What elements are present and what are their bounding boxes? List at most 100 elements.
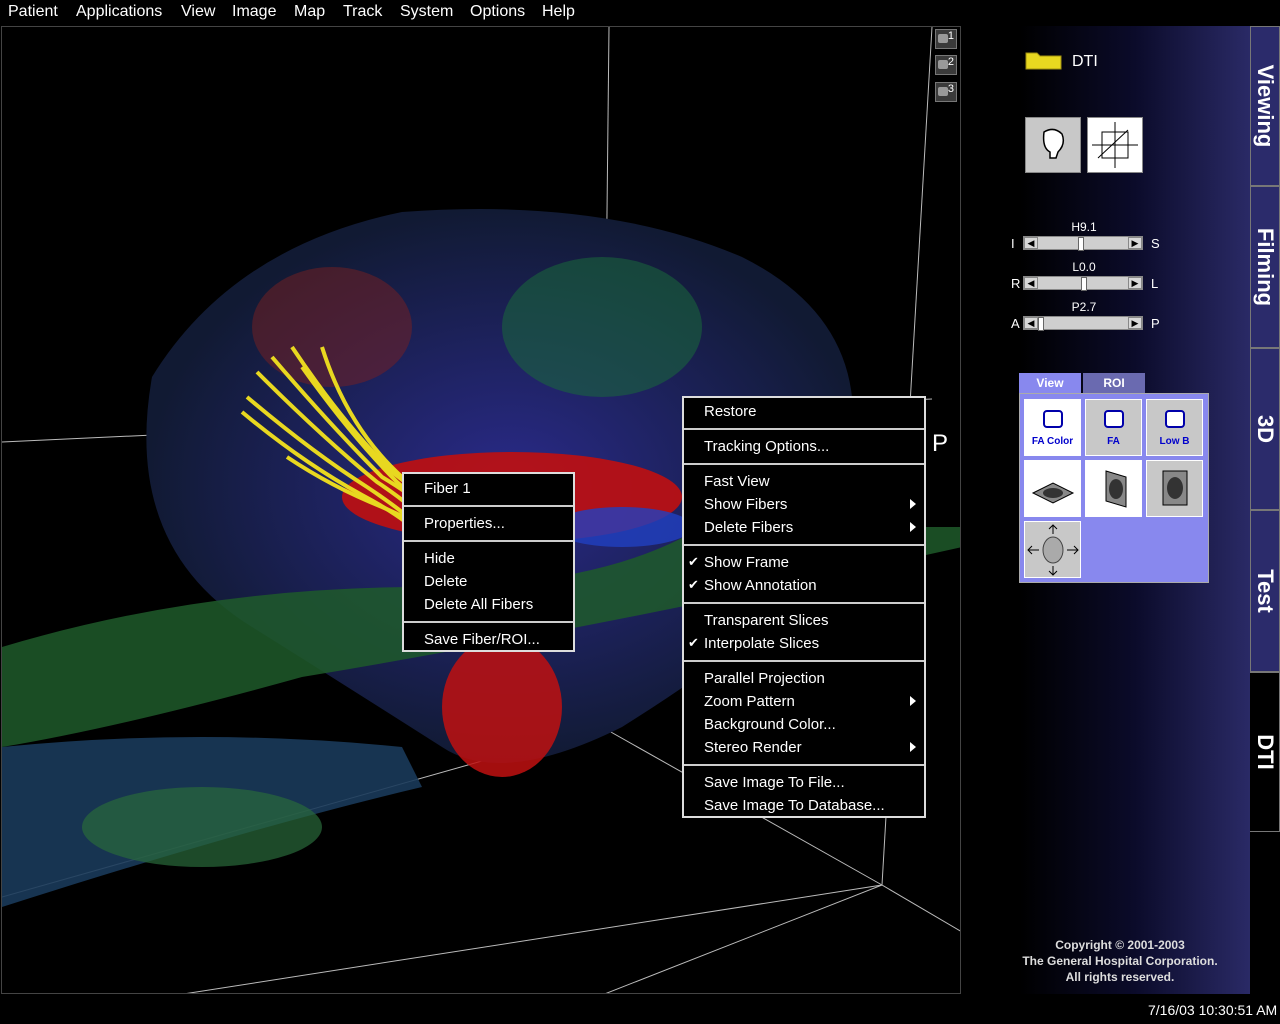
menubar: Patient Applications View Image Map Trac…: [0, 0, 1280, 24]
slider-right-arrow-icon[interactable]: ▶: [1128, 237, 1142, 249]
dti-folder-label: DTI: [1072, 53, 1098, 70]
menu-system[interactable]: System: [400, 3, 453, 21]
tab-3d[interactable]: 3D: [1250, 348, 1280, 510]
snapshot-button-3[interactable]: 3: [935, 82, 957, 102]
tab-viewing[interactable]: Viewing: [1250, 26, 1280, 186]
menu-item-label: Show Frame: [704, 554, 790, 571]
slider-rl-left-label: R: [1011, 276, 1021, 291]
menu-item-hide[interactable]: Hide: [404, 548, 573, 570]
tab-dti[interactable]: DTI: [1250, 672, 1280, 832]
axial-slice-tile[interactable]: [1024, 460, 1081, 517]
menu-patient[interactable]: Patient: [8, 3, 58, 21]
head-icon: [1043, 410, 1063, 428]
menu-item-label: Stereo Render: [704, 739, 802, 756]
snapshot-button-1[interactable]: 1: [935, 29, 957, 49]
menu-image[interactable]: Image: [232, 3, 276, 21]
slider-left-arrow-icon[interactable]: ◀: [1024, 237, 1038, 249]
coronal-slice-tile[interactable]: [1146, 460, 1203, 517]
copyright-line: Copyright © 2001-2003: [1055, 938, 1185, 952]
menu-item-label: Save Fiber/ROI...: [424, 631, 540, 648]
menu-item-stereo-render[interactable]: Stereo Render: [684, 737, 924, 759]
tab-roi[interactable]: ROI: [1083, 373, 1145, 393]
menu-item-label: Tracking Options...: [704, 438, 830, 455]
head-view-button[interactable]: [1025, 117, 1081, 173]
menu-item-background-color[interactable]: Background Color...: [684, 714, 924, 736]
menu-item-show-frame[interactable]: ✔ Show Frame: [684, 552, 924, 574]
status-datetime: 7/16/03 10:30:51 AM: [1148, 1002, 1278, 1018]
camera-icon: [938, 34, 948, 43]
menu-view[interactable]: View: [181, 3, 215, 21]
menu-item-tracking-options[interactable]: Tracking Options...: [684, 436, 924, 458]
menu-item-label: Show Annotation: [704, 577, 817, 594]
menu-options[interactable]: Options: [470, 3, 525, 21]
tile-label: FA: [1107, 436, 1120, 447]
snapshot-button-2[interactable]: 2: [935, 55, 957, 75]
menu-separator: [684, 428, 924, 430]
menu-item-fast-view[interactable]: Fast View: [684, 471, 924, 493]
menu-item-interpolate-slices[interactable]: ✔ Interpolate Slices: [684, 633, 924, 655]
menu-item-show-fibers[interactable]: Show Fibers: [684, 494, 924, 516]
menu-separator: [404, 621, 573, 623]
slider-right-arrow-icon[interactable]: ▶: [1128, 317, 1142, 329]
tab-view[interactable]: View: [1019, 373, 1081, 393]
menu-applications[interactable]: Applications: [76, 3, 162, 21]
menu-map[interactable]: Map: [294, 3, 325, 21]
menu-item-delete[interactable]: Delete: [404, 571, 573, 593]
fa-tile[interactable]: FA: [1085, 399, 1142, 456]
slider-rl-right-label: L: [1151, 276, 1159, 291]
menu-help[interactable]: Help: [542, 3, 575, 21]
menu-item-label: Delete: [424, 573, 468, 590]
menu-item-delete-all-fibers[interactable]: Delete All Fibers: [404, 594, 573, 616]
slider-left-arrow-icon[interactable]: ◀: [1024, 277, 1038, 289]
head-icon: [1042, 128, 1065, 159]
slider-thumb[interactable]: [1038, 317, 1044, 331]
menu-item-label: Save Image To File...: [704, 774, 845, 791]
slider-thumb[interactable]: [1081, 277, 1087, 291]
menu-item-properties[interactable]: Properties...: [404, 513, 573, 535]
slider-is[interactable]: ◀ ▶: [1023, 236, 1143, 251]
menu-item-zoom-pattern[interactable]: Zoom Pattern: [684, 691, 924, 713]
fiber-context-menu: Fiber 1 Properties... Hide Delete Delete…: [402, 472, 575, 652]
menu-item-label: Transparent Slices: [704, 612, 829, 629]
slider-rl[interactable]: ◀ ▶: [1023, 276, 1143, 291]
menu-item-transparent-slices[interactable]: Transparent Slices: [684, 610, 924, 632]
tile-label: FA Color: [1031, 436, 1074, 447]
snapshot-label: 2: [947, 56, 954, 68]
slider-is-left-label: I: [1011, 236, 1015, 251]
fa-color-tile[interactable]: FA Color: [1024, 399, 1081, 456]
menu-item-show-annotation[interactable]: ✔ Show Annotation: [684, 575, 924, 597]
head-icon: [1165, 410, 1185, 428]
menu-item-label: Fast View: [704, 473, 770, 490]
slider-left-arrow-icon[interactable]: ◀: [1024, 317, 1038, 329]
menu-item-restore[interactable]: Restore: [684, 401, 924, 423]
camera-icon: [938, 87, 948, 96]
menu-separator: [404, 540, 573, 542]
viewport-context-menu: Restore Tracking Options... Fast View Sh…: [682, 396, 926, 818]
low-b-tile[interactable]: Low B: [1146, 399, 1203, 456]
slider-thumb[interactable]: [1078, 237, 1085, 251]
menu-separator: [684, 602, 924, 604]
menu-item-label: Hide: [424, 550, 455, 567]
camera-icon: [938, 60, 948, 69]
slider-is-value: H9.1: [1071, 220, 1097, 234]
axial-slice-icon: [1031, 482, 1075, 504]
tab-test[interactable]: Test: [1250, 510, 1280, 672]
slider-ap[interactable]: ◀ ▶: [1023, 316, 1143, 331]
copyright-line: All rights reserved.: [1065, 970, 1175, 984]
menu-separator: [684, 463, 924, 465]
snapshot-label: 1: [947, 30, 954, 42]
menu-item-save-fiber-roi[interactable]: Save Fiber/ROI...: [404, 629, 573, 651]
slider-ap-right-label: P: [1151, 316, 1160, 331]
slider-right-arrow-icon[interactable]: ▶: [1128, 277, 1142, 289]
plane-view-button[interactable]: [1087, 117, 1143, 173]
menu-item-delete-fibers[interactable]: Delete Fibers: [684, 517, 924, 539]
menu-item-parallel-projection[interactable]: Parallel Projection: [684, 668, 924, 690]
menu-item-fiber-1[interactable]: Fiber 1: [404, 478, 573, 500]
checkmark-icon: ✔: [688, 554, 699, 569]
rotate-view-tile[interactable]: [1024, 521, 1081, 578]
menu-item-save-image-to-file[interactable]: Save Image To File...: [684, 772, 924, 794]
menu-track[interactable]: Track: [343, 3, 382, 21]
tab-filming[interactable]: Filming: [1250, 186, 1280, 348]
menu-item-save-image-to-database[interactable]: Save Image To Database...: [684, 795, 924, 817]
sagittal-slice-tile[interactable]: [1085, 460, 1142, 517]
